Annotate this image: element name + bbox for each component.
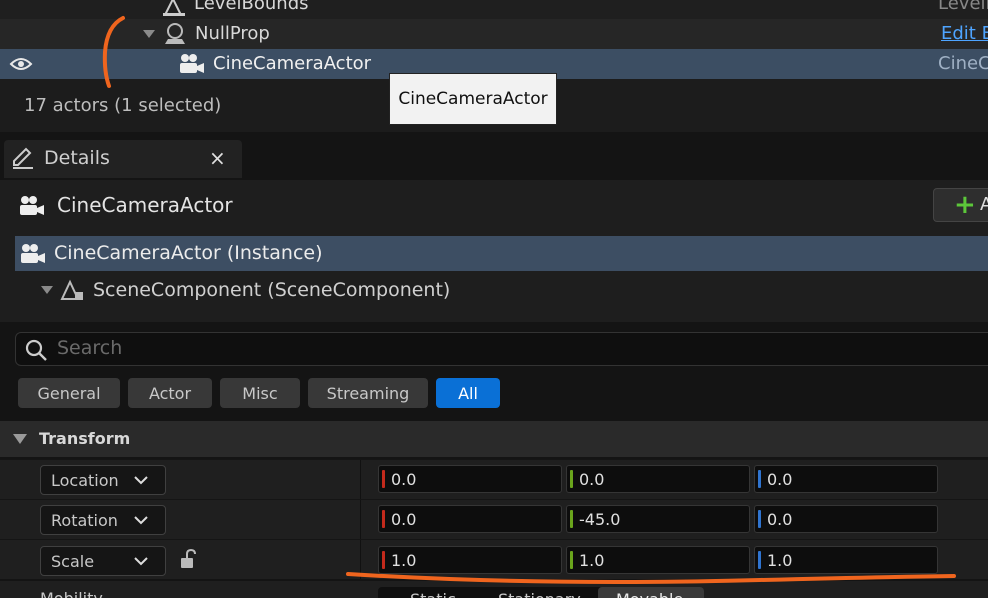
component-instance-row[interactable]: CineCameraActor (Instance) [15, 236, 988, 271]
mobility-static[interactable]: Static [410, 590, 456, 598]
tab-label: Details [44, 147, 110, 169]
null-prop-icon [161, 22, 189, 46]
z-axis-marker [758, 470, 761, 488]
search-input[interactable]: Search [15, 332, 988, 366]
outliner-label: LevelBounds [194, 0, 309, 14]
column-divider [360, 500, 361, 539]
search-placeholder: Search [57, 337, 123, 359]
edit-blueprint-link[interactable]: Edit B [941, 23, 988, 44]
field-value: -45.0 [579, 510, 621, 529]
rotation-x-field[interactable]: 0.0 [378, 505, 562, 533]
actor-count: 17 actors (1 selected) [24, 95, 222, 116]
mobility-toggle[interactable]: Static Stationary Movable [378, 587, 704, 598]
instance-label: CineCameraActor (Instance) [54, 242, 323, 264]
filter-all[interactable]: All [436, 378, 500, 408]
rotation-z-field[interactable]: 0.0 [754, 505, 938, 533]
chevron-down-icon[interactable] [142, 28, 156, 40]
prop-label: Mobility [40, 589, 103, 598]
chevron-down-icon[interactable] [12, 432, 28, 446]
transform-section-header[interactable]: Transform [0, 421, 988, 457]
camera-icon [19, 242, 47, 266]
eye-visibility-icon[interactable] [8, 54, 34, 74]
unlock-icon[interactable] [178, 548, 200, 572]
field-value: 0.0 [391, 510, 417, 529]
location-dropdown[interactable]: Location [40, 465, 166, 495]
location-z-field[interactable]: 0.0 [754, 465, 938, 493]
tooltip-text: CineCameraActor [398, 89, 548, 109]
chevron-down-icon [133, 513, 149, 527]
tooltip: CineCameraActor [389, 73, 557, 125]
component-label: SceneComponent (SceneComponent) [93, 279, 451, 301]
mobility-movable-active[interactable]: Movable [598, 587, 704, 598]
filter-general[interactable]: General [18, 378, 120, 408]
field-value: 0.0 [767, 470, 793, 489]
prop-label: Scale [51, 552, 95, 571]
location-x-field[interactable]: 0.0 [378, 465, 562, 493]
prop-label: Rotation [51, 511, 118, 530]
pencil-icon [10, 146, 36, 170]
add-button-label: A [980, 194, 988, 215]
prop-row-location: Location 0.0 0.0 0.0 [0, 459, 988, 499]
annotation-stroke [102, 16, 125, 88]
annotation-underline [346, 572, 956, 584]
rotation-y-field[interactable]: -45.0 [566, 505, 750, 533]
camera-icon [18, 194, 46, 218]
prop-label: Location [51, 471, 119, 490]
x-axis-marker [382, 470, 385, 488]
section-title: Transform [39, 429, 131, 448]
outliner-row-levelbounds[interactable]: LevelBounds LevelB [0, 0, 988, 20]
plus-icon: + [954, 190, 976, 220]
camera-icon [178, 52, 206, 76]
search-icon [23, 337, 49, 363]
chevron-down-icon [133, 554, 149, 568]
outliner-label: NullProp [195, 23, 270, 44]
column-divider [360, 460, 361, 499]
scale-dropdown[interactable]: Scale [40, 546, 166, 576]
level-bounds-icon [160, 0, 188, 18]
field-value: 0.0 [579, 470, 605, 489]
actor-name: CineCameraActor [57, 193, 233, 217]
close-icon[interactable]: × [209, 146, 226, 170]
add-component-button[interactable]: + A [933, 188, 988, 222]
prop-row-rotation: Rotation 0.0 -45.0 0.0 [0, 499, 988, 539]
location-y-field[interactable]: 0.0 [566, 465, 750, 493]
filter-actor[interactable]: Actor [128, 378, 212, 408]
outliner-type: LevelB [938, 0, 988, 14]
scene-component-icon [58, 278, 86, 302]
outliner-row-nullprop[interactable]: NullProp Edit B [0, 19, 988, 49]
field-value: 0.0 [767, 510, 793, 529]
mobility-movable: Movable [616, 590, 683, 598]
mobility-stationary[interactable]: Stationary [498, 590, 581, 598]
outliner-label: CineCameraActor [213, 53, 372, 74]
chevron-down-icon [133, 473, 149, 487]
y-axis-marker [570, 470, 573, 488]
filter-streaming[interactable]: Streaming [308, 378, 428, 408]
rotation-dropdown[interactable]: Rotation [40, 505, 166, 535]
x-axis-marker [382, 510, 385, 528]
z-axis-marker [758, 510, 761, 528]
tab-details[interactable]: Details × [4, 140, 242, 178]
outliner-type: CineC [938, 53, 988, 74]
field-value: 0.0 [391, 470, 417, 489]
y-axis-marker [570, 510, 573, 528]
filter-misc[interactable]: Misc [220, 378, 300, 408]
scene-component-row[interactable]: SceneComponent (SceneComponent) [0, 272, 988, 310]
chevron-down-icon[interactable] [40, 284, 54, 296]
